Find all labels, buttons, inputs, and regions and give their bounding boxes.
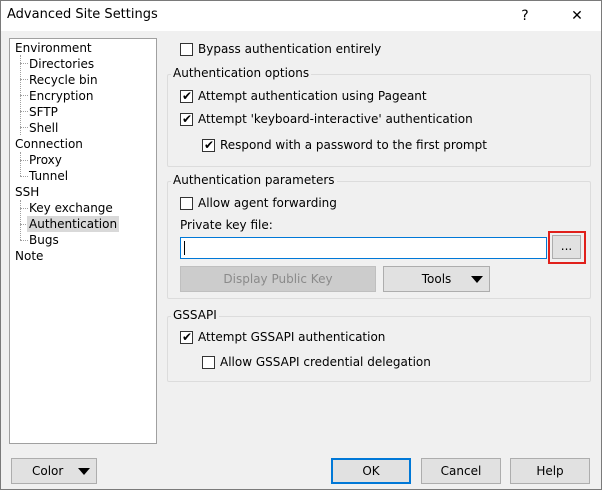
agent-forwarding-label[interactable]: Allow agent forwarding	[198, 196, 337, 210]
title-bar: Advanced Site Settings ? ✕	[1, 1, 601, 31]
gssapi-title: GSSAPI	[171, 308, 219, 322]
tree-connector	[20, 240, 28, 241]
respond-password-checkbox[interactable]: ✔	[202, 138, 215, 152]
dropdown-arrow-icon	[78, 468, 90, 475]
tree-item-tunnel[interactable]: Tunnel	[29, 168, 68, 184]
tree-connector	[20, 95, 28, 96]
tree-item-authentication[interactable]: Authentication	[27, 216, 120, 232]
gssapi-group	[167, 316, 591, 382]
checkmark-icon: ✔	[204, 138, 215, 152]
tree-connector	[20, 152, 21, 176]
respond-password-label[interactable]: Respond with a password to the first pro…	[220, 138, 487, 152]
advanced-site-settings-dialog: Advanced Site Settings ? ✕ Environment D…	[0, 0, 602, 490]
checkmark-icon: ✔	[182, 112, 193, 126]
keyboard-interactive-label[interactable]: Attempt 'keyboard-interactive' authentic…	[198, 112, 473, 126]
dialog-title: Advanced Site Settings	[7, 7, 158, 22]
checkmark-icon: ✔	[182, 89, 193, 103]
tree-connector	[20, 63, 28, 64]
tree-item-environment[interactable]: Environment	[15, 40, 92, 56]
display-public-key-button[interactable]: Display Public Key	[180, 266, 376, 292]
tree-item-bugs[interactable]: Bugs	[29, 232, 59, 248]
private-key-file-input[interactable]	[180, 237, 547, 259]
gssapi-delegation-checkbox[interactable]	[202, 356, 215, 369]
help-button[interactable]: Help	[510, 458, 590, 484]
tree-connector	[20, 208, 28, 209]
tree-item-key-exchange[interactable]: Key exchange	[29, 200, 113, 216]
tree-connector	[20, 160, 28, 161]
color-button[interactable]: Color	[11, 458, 97, 484]
settings-tree[interactable]: Environment Directories Recycle bin Encr…	[9, 38, 157, 444]
tree-item-recycle-bin[interactable]: Recycle bin	[29, 72, 98, 88]
tree-item-encryption[interactable]: Encryption	[29, 88, 93, 104]
tree-item-note[interactable]: Note	[15, 248, 43, 264]
checkmark-icon: ✔	[182, 330, 193, 344]
close-icon[interactable]: ✕	[557, 1, 597, 31]
pageant-label[interactable]: Attempt authentication using Pageant	[198, 89, 427, 103]
tools-label: Tools	[421, 272, 452, 286]
text-cursor	[184, 241, 185, 255]
help-icon[interactable]: ?	[505, 1, 545, 31]
authentication-parameters-title: Authentication parameters	[171, 173, 337, 187]
tree-item-connection[interactable]: Connection	[15, 136, 83, 152]
keyboard-interactive-checkbox[interactable]: ✔	[180, 112, 193, 126]
tree-item-directories[interactable]: Directories	[29, 56, 94, 72]
agent-forwarding-checkbox[interactable]	[180, 197, 193, 210]
ok-button[interactable]: OK	[331, 458, 411, 484]
tree-item-ssh[interactable]: SSH	[15, 184, 39, 200]
private-key-file-label: Private key file:	[180, 218, 273, 232]
tree-connector	[20, 79, 28, 80]
tools-button[interactable]: Tools	[383, 266, 490, 292]
color-label: Color	[32, 464, 64, 478]
tree-item-sftp[interactable]: SFTP	[29, 104, 58, 120]
tree-connector	[20, 200, 21, 240]
gssapi-delegation-label[interactable]: Allow GSSAPI credential delegation	[220, 355, 431, 369]
gssapi-attempt-label[interactable]: Attempt GSSAPI authentication	[198, 330, 385, 344]
gssapi-attempt-checkbox[interactable]: ✔	[180, 330, 193, 344]
dropdown-arrow-icon	[471, 276, 483, 283]
browse-button-highlight	[548, 231, 586, 264]
tree-connector	[20, 127, 28, 128]
tree-connector	[20, 111, 28, 112]
tree-connector	[20, 176, 28, 177]
tree-item-proxy[interactable]: Proxy	[29, 152, 62, 168]
pageant-checkbox[interactable]: ✔	[180, 89, 193, 103]
cancel-button[interactable]: Cancel	[421, 458, 501, 484]
bypass-authentication-label[interactable]: Bypass authentication entirely	[198, 42, 381, 56]
authentication-options-title: Authentication options	[171, 66, 312, 80]
bypass-authentication-checkbox[interactable]	[180, 43, 193, 56]
tree-item-shell[interactable]: Shell	[29, 120, 58, 136]
